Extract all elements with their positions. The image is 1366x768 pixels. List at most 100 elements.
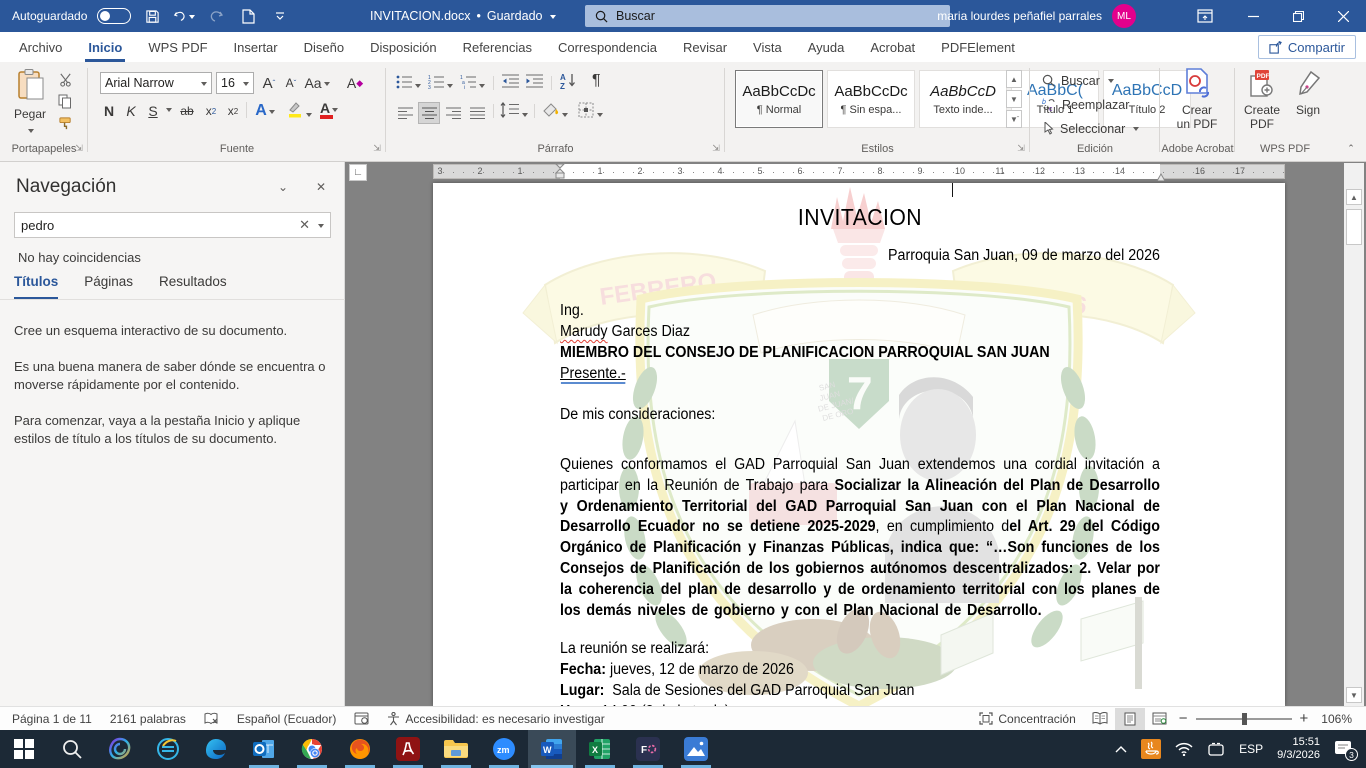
proofing-errors-icon[interactable] <box>195 707 228 731</box>
doc-date-line[interactable]: Parroquia San Juan, 09 de marzo del 2026 <box>560 246 1160 265</box>
doc-addr-line4[interactable]: Presente.- <box>560 364 1160 383</box>
document-title[interactable]: INVITACION.docx • Guardado <box>370 0 556 32</box>
scrollbar-thumb[interactable] <box>1346 209 1362 245</box>
accessibility-check[interactable]: Accesibilidad: es necesario investigar <box>378 707 613 731</box>
font-color-button[interactable]: A <box>320 100 338 118</box>
taskbar-chrome-icon[interactable] <box>288 730 336 768</box>
align-right-button[interactable] <box>442 102 464 124</box>
meet-now-tray-icon[interactable] <box>1207 742 1225 756</box>
avatar[interactable]: ML <box>1112 4 1136 28</box>
undo-icon[interactable] <box>173 6 195 26</box>
tab-ayuda[interactable]: Ayuda <box>795 32 858 62</box>
quick-access-menu-icon[interactable] <box>269 6 291 26</box>
create-pdf-acrobat-button[interactable]: Crear un PDF <box>1168 68 1226 131</box>
superscript-button[interactable]: x2 <box>222 100 244 122</box>
doc-title-line[interactable]: INVITACION <box>560 204 1160 230</box>
redo-icon[interactable] <box>205 6 227 26</box>
highlight-button[interactable] <box>286 100 312 123</box>
doc-addr-line3[interactable]: MIEMBRO DEL CONSEJO DE PLANIFICACION PAR… <box>560 343 1160 362</box>
numbering-button[interactable]: 123 <box>428 74 453 94</box>
taskbar-start-icon[interactable] <box>0 730 48 768</box>
ribbon-display-options-icon[interactable] <box>1194 6 1216 26</box>
taskbar-acrobat-icon[interactable] <box>384 730 432 768</box>
paste-button[interactable]: Pegar <box>8 68 52 139</box>
clear-formatting-button[interactable]: A◆ <box>344 72 366 94</box>
tab-insertar[interactable]: Insertar <box>221 32 291 62</box>
notifications-icon[interactable]: 3 <box>1334 740 1354 758</box>
increase-indent-button[interactable] <box>526 74 543 93</box>
minimize-button[interactable] <box>1231 0 1276 32</box>
find-button[interactable]: Buscar <box>1042 70 1114 91</box>
doc-addr-line1[interactable]: Ing. <box>560 301 1160 320</box>
restore-button[interactable] <box>1276 0 1321 32</box>
taskbar-ie-icon[interactable] <box>144 730 192 768</box>
zoom-in-button[interactable]: + <box>1296 707 1313 731</box>
close-button[interactable] <box>1321 0 1366 32</box>
tab-archivo[interactable]: Archivo <box>6 32 75 62</box>
decrease-indent-button[interactable] <box>502 74 519 93</box>
autosave-toggle[interactable] <box>97 8 131 24</box>
scroll-down-icon[interactable]: ▼ <box>1346 687 1362 703</box>
doc-fecha-line[interactable]: Fecha: jueves, 12 de marzo de 2026 <box>560 660 1160 679</box>
styles-gallery-more-icon[interactable]: ▼̄ <box>1006 110 1022 128</box>
grow-font-button[interactable]: Aˆ <box>258 72 280 94</box>
nav-search-box[interactable]: pedro ✕ <box>14 212 331 238</box>
style--sin-espa-[interactable]: AaBbCcDc¶ Sin espa... <box>827 70 915 128</box>
underline-button[interactable]: S <box>142 100 164 122</box>
bullets-button[interactable] <box>396 74 421 94</box>
account-area[interactable]: maria lourdes peñafiel parrales ML <box>937 0 1136 32</box>
collapse-ribbon-icon[interactable]: ⌃ <box>1342 143 1360 159</box>
create-pdf-wps-button[interactable]: PDF Create PDF <box>1239 68 1285 131</box>
scroll-up-icon[interactable]: ▲ <box>1346 189 1362 205</box>
macro-icon[interactable] <box>345 707 378 731</box>
cut-icon[interactable] <box>58 72 73 87</box>
vertical-scrollbar[interactable]: ▲ ▼ <box>1344 163 1364 706</box>
sign-button[interactable]: Sign <box>1287 68 1329 117</box>
style-texto-inde-[interactable]: AaBbCcDTexto inde... <box>919 70 1007 128</box>
tab-referencias[interactable]: Referencias <box>450 32 545 62</box>
horizontal-ruler[interactable]: 32112345678910111213141617 <box>365 163 1342 181</box>
doc-salutation[interactable]: De mis consideraciones: <box>560 405 1160 424</box>
tab-acrobat[interactable]: Acrobat <box>857 32 928 62</box>
tab-pdfelement[interactable]: PDFElement <box>928 32 1028 62</box>
taskbar-cortana-icon[interactable] <box>96 730 144 768</box>
borders-button[interactable] <box>578 102 603 123</box>
zoom-level[interactable]: 106% <box>1312 707 1366 731</box>
tab-vista[interactable]: Vista <box>740 32 795 62</box>
taskbar-firefox-icon[interactable] <box>336 730 384 768</box>
keyboard-language[interactable]: ESP <box>1239 742 1263 756</box>
styles-scroll-down-icon[interactable]: ▼ <box>1006 90 1022 108</box>
sort-button[interactable]: AZ <box>560 72 580 94</box>
taskbar-excel-icon[interactable]: X <box>576 730 624 768</box>
style--normal[interactable]: AaBbCcDc¶ Normal <box>735 70 823 128</box>
tab-wps-pdf[interactable]: WPS PDF <box>135 32 220 62</box>
zoom-slider-thumb[interactable] <box>1242 713 1247 725</box>
titlebar-search-box[interactable]: Buscar <box>585 5 950 27</box>
taskbar-search-icon[interactable] <box>48 730 96 768</box>
zoom-out-button[interactable]: − <box>1175 707 1192 731</box>
copy-icon[interactable] <box>58 94 72 109</box>
nav-search-dropdown-icon[interactable] <box>318 224 324 231</box>
doc-body-paragraph[interactable]: Quienes conformamos el GAD Parroquial Sa… <box>560 455 1160 621</box>
taskbar-word-icon[interactable]: W <box>528 730 576 768</box>
new-document-icon[interactable] <box>237 6 259 26</box>
font-name-combo[interactable]: Arial Narrow <box>100 72 212 94</box>
change-case-button[interactable]: Aa <box>306 72 328 94</box>
styles-scroll-up-icon[interactable]: ▲ <box>1006 70 1022 88</box>
tab-disposición[interactable]: Disposición <box>357 32 449 62</box>
zoom-slider[interactable] <box>1196 708 1292 730</box>
page-indicator[interactable]: Página 1 de 11 <box>0 707 101 731</box>
taskbar-explorer-icon[interactable] <box>432 730 480 768</box>
tray-expand-icon[interactable] <box>1115 745 1127 753</box>
focus-mode-button[interactable]: Concentración <box>970 707 1084 731</box>
taskbar-pdfelement-icon[interactable]: F <box>624 730 672 768</box>
doc-addr-line2[interactable]: Marudy Garces Diaz <box>560 322 1160 341</box>
nav-tab-títulos[interactable]: Títulos <box>14 274 58 300</box>
taskbar-outlook-icon[interactable] <box>240 730 288 768</box>
underline-dropdown-icon[interactable] <box>166 108 172 115</box>
doc-lugar-line[interactable]: Lugar: Sala de Sesiones del GAD Parroqui… <box>560 681 1160 700</box>
tab-diseño[interactable]: Diseño <box>291 32 357 62</box>
replace-button[interactable]: bc Reemplazar <box>1042 94 1129 115</box>
nav-search-clear-icon[interactable]: ✕ <box>293 217 316 233</box>
wifi-tray-icon[interactable] <box>1175 742 1193 756</box>
